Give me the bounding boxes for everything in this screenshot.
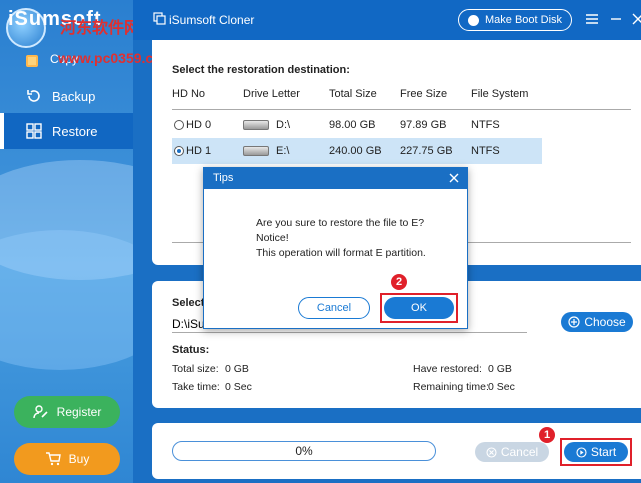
table-header: HD No Drive Letter Total Size Free Size … (172, 88, 631, 110)
hd-cell: HD 1 (186, 145, 212, 157)
dialog-header: Tips (204, 168, 467, 189)
menu-icon[interactable] (585, 12, 599, 26)
drive-letter-cell: E:\ (276, 145, 290, 157)
column-header: Drive Letter (243, 88, 300, 100)
title-bar: iSumsoft Cloner Make Boot Disk (133, 0, 641, 40)
plus-circle-icon (568, 316, 580, 328)
progress-bar: 0% (172, 441, 436, 461)
dialog-cancel-button[interactable]: Cancel (298, 297, 370, 319)
choose-button[interactable]: Choose (561, 312, 633, 332)
column-header: HD No (172, 88, 206, 100)
cart-icon (45, 452, 61, 466)
remaining-time-label: Remaining time: (413, 381, 489, 393)
choose-label: Choose (584, 315, 626, 329)
register-label: Register (56, 405, 102, 419)
take-time-label: Take time: (172, 381, 220, 393)
watermark-text: 河东软件网 (60, 20, 141, 37)
app-icon (153, 12, 166, 25)
register-button[interactable]: Register (14, 396, 120, 428)
destination-title: Select the restoration destination: (172, 64, 350, 76)
remaining-time-value: 0 Sec (488, 381, 515, 393)
sidebar-item-label: Restore (52, 123, 98, 139)
sidebar-item-backup[interactable]: Backup (0, 78, 133, 114)
step-marker-1: 1 (539, 427, 555, 443)
table-row[interactable]: HD 0 D:\ 98.00 GB 97.89 GB NTFS (172, 112, 542, 138)
app-title: iSumsoft Cloner (169, 13, 255, 27)
free-size-cell: 227.75 GB (400, 145, 453, 157)
backup-icon (26, 88, 42, 104)
progress-panel: 0% Cancel Start 1 (152, 423, 641, 479)
buy-label: Buy (68, 452, 90, 466)
progress-text: 0% (295, 444, 313, 458)
disk-icon (467, 14, 479, 26)
radio-button[interactable] (174, 120, 184, 130)
drive-icon (243, 146, 269, 156)
radio-button[interactable] (174, 146, 184, 156)
hd-cell: HD 0 (186, 119, 212, 131)
restore-icon (26, 123, 42, 139)
file-system-cell: NTFS (471, 145, 500, 157)
dialog-title: Tips (213, 172, 234, 184)
free-size-cell: 97.89 GB (400, 119, 447, 131)
sidebar-item-restore[interactable]: Restore (0, 113, 133, 149)
select-label: Select (172, 297, 205, 309)
cancel-circle-icon (486, 446, 497, 458)
have-restored-value: 0 GB (488, 363, 512, 375)
table-row[interactable]: HD 1 E:\ 240.00 GB 227.75 GB NTFS (172, 138, 542, 164)
total-size-label: Total size: (172, 363, 219, 375)
minimize-icon[interactable] (609, 12, 623, 26)
status-label: Status: (172, 344, 210, 356)
watermark-url: www.pc0359.cn (58, 50, 162, 66)
dialog-line: This operation will format E partition. (256, 247, 426, 259)
ok-highlight-box (380, 293, 458, 323)
register-icon (32, 405, 48, 419)
cancel-label: Cancel (500, 445, 539, 459)
sidebar-item-label: Backup (52, 88, 96, 104)
sidebar-wave-decoration (0, 230, 133, 370)
have-restored-label: Have restored: (413, 363, 482, 375)
drive-letter-cell: D:\ (276, 119, 291, 131)
total-size-cell: 240.00 GB (329, 145, 382, 157)
drive-icon (243, 120, 269, 130)
total-size-value: 0 GB (225, 363, 249, 375)
dialog-line: Notice! (256, 232, 289, 244)
make-boot-disk-button[interactable]: Make Boot Disk (458, 9, 572, 31)
buy-button[interactable]: Buy (14, 443, 120, 475)
dialog-message: Are you sure to restore the file to E? N… (256, 216, 426, 261)
dialog-close-icon[interactable] (447, 171, 461, 185)
sidebar: iSumsoft Copy Backup Restore Register Bu… (0, 0, 133, 483)
dialog-line: Are you sure to restore the file to E? (256, 217, 425, 229)
cancel-button[interactable]: Cancel (475, 442, 549, 462)
total-size-cell: 98.00 GB (329, 119, 376, 131)
take-time-value: 0 Sec (225, 381, 252, 393)
column-header: Total Size (329, 88, 377, 100)
tips-dialog: Tips Are you sure to restore the file to… (203, 167, 468, 329)
file-system-cell: NTFS (471, 119, 500, 131)
make-boot-disk-label: Make Boot Disk (484, 14, 563, 26)
close-icon[interactable] (631, 12, 641, 26)
copy-icon (26, 55, 38, 67)
start-highlight-box (560, 438, 632, 466)
step-marker-2: 2 (391, 274, 407, 290)
column-header: Free Size (400, 88, 448, 100)
column-header: File System (471, 88, 529, 100)
